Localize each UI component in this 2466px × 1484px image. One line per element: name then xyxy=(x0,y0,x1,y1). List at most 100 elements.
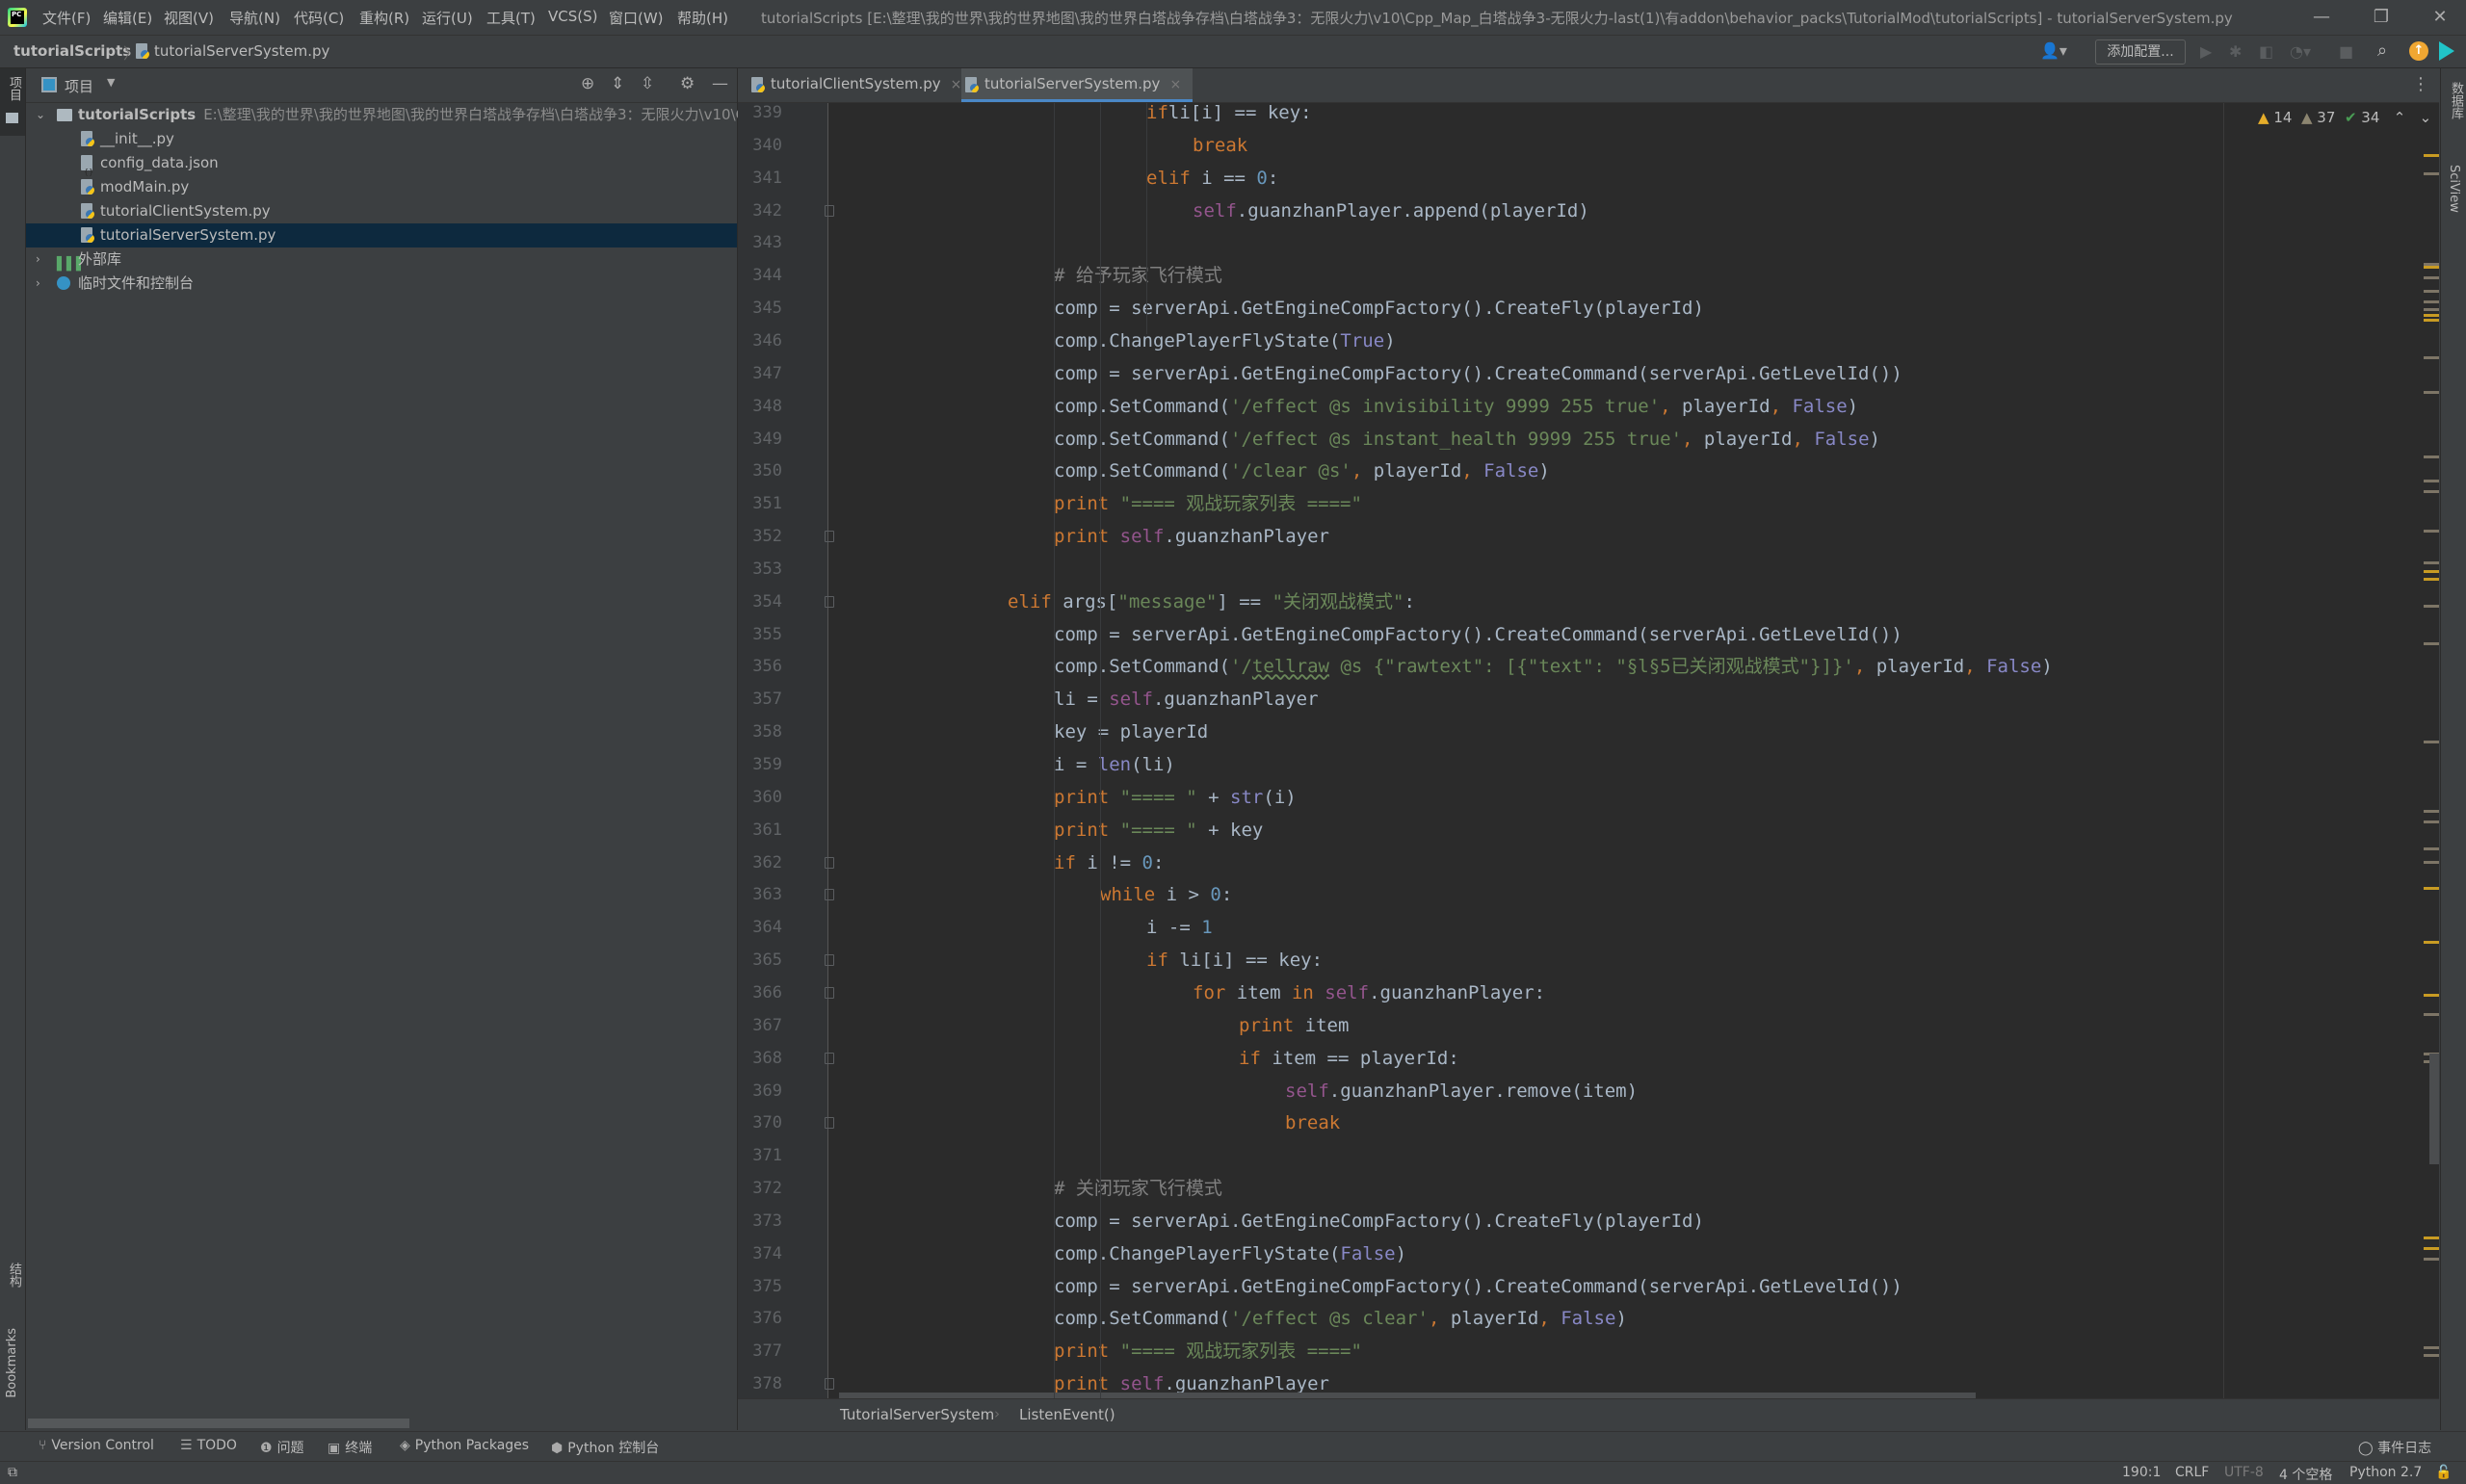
tree-external-libraries[interactable]: › ▌▌▌ 外部库 xyxy=(26,247,737,272)
menu-code[interactable]: 代码(C) xyxy=(294,8,344,28)
menu-navigate[interactable]: 导航(N) xyxy=(229,8,280,28)
tool-python-packages[interactable]: ◈ Python Packages xyxy=(400,1438,529,1453)
project-tool-tab[interactable]: 项目 xyxy=(0,68,25,136)
menu-window[interactable]: 窗口(W) xyxy=(609,8,664,28)
code-line[interactable]: i -= 1 xyxy=(828,911,1213,944)
code-with-me-icon[interactable] xyxy=(2439,41,2454,61)
error-stripe-mark[interactable] xyxy=(2424,641,2439,645)
debug-icon[interactable]: ✱ xyxy=(2229,42,2242,61)
error-stripe-mark[interactable] xyxy=(2424,276,2439,280)
tool-python-console[interactable]: ⬢ Python 控制台 xyxy=(551,1438,659,1457)
code-line[interactable]: self.guanzhanPlayer.remove(item) xyxy=(828,1075,1638,1107)
error-stripe-mark[interactable] xyxy=(2424,887,2439,891)
tab-tutorial-server-system[interactable]: tutorialServerSystem.py × xyxy=(961,68,1193,102)
error-stripe-mark[interactable] xyxy=(2424,578,2439,582)
tree-file[interactable]: config_data.json xyxy=(26,151,737,184)
error-stripe-mark[interactable] xyxy=(2424,1247,2439,1251)
error-stripe-mark[interactable] xyxy=(2424,1237,2439,1240)
error-stripe-mark[interactable] xyxy=(2424,319,2439,323)
code-line[interactable] xyxy=(828,553,1008,586)
menu-run[interactable]: 运行(U) xyxy=(422,8,473,28)
update-icon[interactable]: ↑ xyxy=(2409,41,2428,61)
fold-toggle-icon[interactable] xyxy=(825,889,834,901)
search-icon[interactable]: ⌕ xyxy=(2377,40,2387,61)
error-stripe-mark[interactable] xyxy=(2424,846,2439,850)
event-log-button[interactable]: ◯ 事件日志 xyxy=(2358,1438,2431,1457)
error-stripe-mark[interactable] xyxy=(2424,479,2439,482)
code-line[interactable]: comp = serverApi.GetEngineCompFactory().… xyxy=(828,618,1902,651)
tree-root-folder[interactable]: ⌄ tutorialScripts E:\整理\我的世界\我的世界地图\我的世界白… xyxy=(26,103,755,127)
code-line[interactable]: print "==== 观战玩家列表 ====" xyxy=(828,487,1362,520)
code-line[interactable]: print self.guanzhanPlayer xyxy=(828,520,1329,553)
chevron-right-icon[interactable]: › xyxy=(36,247,40,272)
error-stripe-mark[interactable] xyxy=(2424,299,2439,303)
error-stripe-mark[interactable] xyxy=(2424,356,2439,360)
indent-setting[interactable]: 4 个空格 xyxy=(2279,1465,2332,1484)
database-tab[interactable]: 数据库 xyxy=(2447,82,2465,119)
file-encoding[interactable]: UTF-8 xyxy=(2224,1465,2264,1480)
fold-toggle-icon[interactable] xyxy=(825,204,834,217)
code-line[interactable]: break xyxy=(828,1106,1340,1139)
code-line[interactable]: i = len(li) xyxy=(828,748,1175,781)
fold-toggle-icon[interactable] xyxy=(825,1117,834,1130)
profile-icon[interactable]: ◔▾ xyxy=(2290,42,2311,61)
code-line[interactable] xyxy=(828,1139,1008,1172)
code-line[interactable]: comp = serverApi.GetEngineCompFactory().… xyxy=(828,1205,1704,1237)
tree-scratches[interactable]: › 临时文件和控制台 xyxy=(26,272,737,296)
code-line[interactable]: comp = serverApi.GetEngineCompFactory().… xyxy=(828,357,1902,390)
code-line[interactable]: comp.ChangePlayerFlyState(False) xyxy=(828,1237,1406,1270)
error-stripe-mark[interactable] xyxy=(2424,153,2439,157)
error-stripe-mark[interactable] xyxy=(2424,940,2439,944)
menu-tools[interactable]: 工具(T) xyxy=(486,8,536,28)
code-line[interactable]: if li[i] == key: xyxy=(828,944,1323,976)
code-line[interactable]: print "==== 观战玩家列表 ====" xyxy=(828,1335,1362,1367)
menu-vcs[interactable]: VCS(S) xyxy=(548,8,597,25)
tree-file-selected[interactable]: tutorialServerSystem.py xyxy=(26,223,737,247)
error-stripe-mark[interactable] xyxy=(2424,810,2439,814)
error-stripe-mark[interactable] xyxy=(2424,860,2439,864)
code-line[interactable]: comp = serverApi.GetEngineCompFactory().… xyxy=(828,292,1704,325)
error-stripe-mark[interactable] xyxy=(2424,289,2439,293)
collapse-all-icon[interactable]: ⇳ xyxy=(641,74,654,93)
error-stripe-mark[interactable] xyxy=(2424,1354,2439,1358)
bookmarks-tab[interactable]: Bookmarks xyxy=(5,1328,19,1398)
tree-file[interactable]: modMain.py xyxy=(26,175,737,199)
close-window-button[interactable]: ✕ xyxy=(2421,4,2459,31)
run-icon[interactable]: ▶ xyxy=(2200,42,2212,61)
error-stripe-mark[interactable] xyxy=(2424,530,2439,534)
chevron-down-icon[interactable]: ▼ xyxy=(107,76,115,89)
code-line[interactable]: comp.SetCommand('/clear @s', playerId, F… xyxy=(828,455,1550,487)
python-interpreter[interactable]: Python 2.7 xyxy=(2349,1465,2422,1480)
next-problem-icon[interactable]: ⌄ xyxy=(2420,109,2432,126)
code-line[interactable]: elif args["message"] == "关闭观战模式": xyxy=(828,586,1415,618)
error-stripe-mark[interactable] xyxy=(2424,741,2439,744)
layout-icon[interactable]: ⧉ xyxy=(8,1465,17,1480)
close-tab-icon[interactable]: × xyxy=(1169,77,1181,92)
tool-terminal[interactable]: ▣ 终端 xyxy=(328,1438,372,1457)
code-line[interactable]: if item == playerId: xyxy=(828,1042,1459,1075)
code-line[interactable]: break xyxy=(828,129,1247,162)
error-stripe-mark[interactable] xyxy=(2424,604,2439,608)
breadcrumb-project[interactable]: tutorialScripts xyxy=(13,42,131,60)
fold-toggle-icon[interactable] xyxy=(825,954,834,967)
error-stripe-mark[interactable] xyxy=(2424,820,2439,824)
minimize-button[interactable]: — xyxy=(2302,4,2341,31)
user-icon[interactable]: 👤▾ xyxy=(2040,41,2067,60)
code-line[interactable]: li = self.guanzhanPlayer xyxy=(828,683,1319,716)
previous-problem-icon[interactable]: ⌃ xyxy=(2394,109,2406,126)
code-line[interactable]: comp.SetCommand('/tellraw @s {"rawtext":… xyxy=(828,650,2053,683)
sciview-tab[interactable]: SciView xyxy=(2447,165,2461,213)
error-stripe-mark[interactable] xyxy=(2424,308,2439,312)
tab-tutorial-client-system[interactable]: tutorialClientSystem.py × xyxy=(748,68,971,102)
fold-toggle-icon[interactable] xyxy=(825,1052,834,1064)
breadcrumb-class[interactable]: TutorialServerSystem xyxy=(840,1406,994,1423)
breadcrumb-file[interactable]: tutorialServerSystem.py xyxy=(154,42,329,60)
stop-icon[interactable]: ■ xyxy=(2339,42,2353,61)
line-separator[interactable]: CRLF xyxy=(2175,1465,2209,1480)
fold-toggle-icon[interactable] xyxy=(825,531,834,543)
inspection-widget[interactable]: ▲ 14 ▲ 37 ✔ 34 ⌃ ⌄ xyxy=(2258,109,2431,126)
restore-button[interactable]: ❐ xyxy=(2362,4,2400,31)
menu-help[interactable]: 帮助(H) xyxy=(677,8,728,28)
fold-toggle-icon[interactable] xyxy=(825,1378,834,1391)
error-stripe-mark[interactable] xyxy=(2424,1012,2439,1016)
